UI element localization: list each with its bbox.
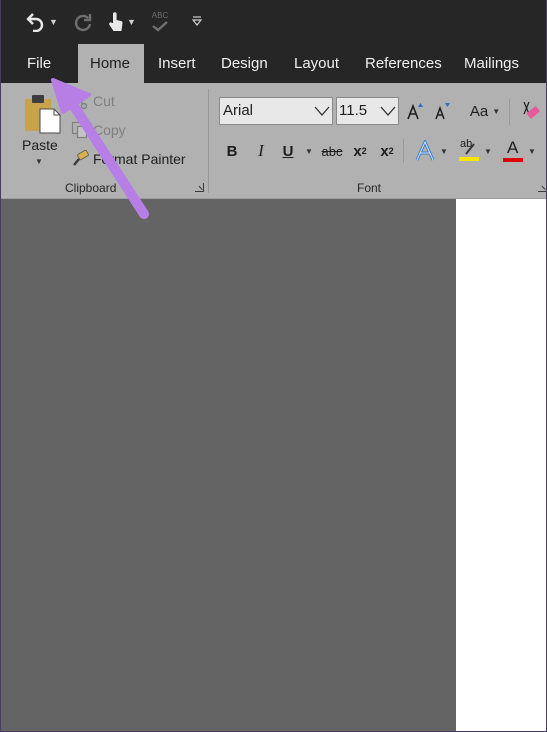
chevron-down-icon[interactable]: ▼ [492,107,500,116]
change-case-label: Aa [469,102,489,120]
undo-button[interactable]: ▼ [25,10,58,34]
font-color-swatch [503,158,524,162]
underline-button[interactable]: U [278,139,298,163]
group-divider [403,139,404,163]
shrink-font-icon [435,103,450,120]
scissors-icon [72,93,88,110]
chevron-down-icon: ▼ [484,146,492,156]
clipboard-dialog-launcher[interactable] [195,183,204,192]
subscript-button[interactable]: x2 [350,139,370,163]
font-name-value: Arial [223,102,254,119]
underline-dropdown[interactable]: ▼ [302,139,316,163]
grow-font-icon [407,103,423,120]
redo-icon [74,14,92,32]
paste-icon [25,95,61,134]
chevron-down-icon[interactable] [380,104,396,118]
tab-home[interactable]: Home [78,44,144,83]
paintbrush-icon [73,150,89,166]
chevron-down-icon[interactable] [314,104,330,118]
ribbon-home: Paste ▼ Cut Copy Format Painter Clipboar… [1,83,546,199]
spelling-button[interactable]: ABC [149,10,171,34]
chevron-down-icon: ▼ [440,146,448,156]
customize-qat-icon [191,16,203,26]
group-divider [208,89,209,193]
change-case-button[interactable]: Aa ▼ [467,99,503,123]
redo-button[interactable] [73,10,93,34]
clear-formatting-button[interactable] [517,99,541,123]
spelling-check-icon: ABC [151,11,169,20]
chevron-down-icon: ▼ [305,146,313,156]
font-size-combobox[interactable]: 11.5 [336,97,399,125]
touch-mode-icon [109,12,123,31]
ribbon-tabs: File Home Insert Design Layout Reference… [1,44,546,83]
clipboard-group-label: Clipboard [65,181,117,195]
strikethrough-button[interactable]: abc [319,139,345,163]
text-effects-button[interactable]: ▼ [411,139,451,163]
font-size-value: 11.5 [339,102,368,119]
quick-access-toolbar: ▼ ▼ ABC [1,0,546,44]
copy-icon [71,121,88,139]
pen-icon [459,143,480,161]
text-effects-icon [415,140,435,161]
highlight-button[interactable]: ab ▼ [455,138,495,163]
bold-button[interactable]: B [221,139,243,163]
format-painter-label: Format Painter [93,151,186,167]
subscript-index: 2 [361,146,367,156]
shrink-font-button[interactable] [432,99,452,123]
chevron-down-icon: ▼ [528,146,536,156]
tab-insert[interactable]: Insert [146,44,208,83]
tab-file[interactable]: File [15,44,63,83]
tab-layout[interactable]: Layout [282,44,351,83]
chevron-down-icon[interactable]: ▼ [49,17,58,27]
chevron-down-icon[interactable]: ▼ [35,157,43,166]
cut-label: Cut [93,93,115,109]
superscript-index: 2 [388,146,394,156]
copy-button[interactable]: Copy [71,119,126,141]
font-dialog-launcher[interactable] [538,183,546,192]
grow-font-button[interactable] [405,99,425,123]
word-window: ▼ ▼ ABC File Home Insert Design Layout R… [0,0,547,732]
cut-button[interactable]: Cut [71,90,115,112]
superscript-base: x [380,142,389,160]
copy-label: Copy [93,122,126,138]
subscript-base: x [353,142,362,160]
highlighter-icon: ab [458,138,480,162]
format-painter-button[interactable]: Format Painter [71,148,186,170]
tab-design[interactable]: Design [209,44,280,83]
checkmark-icon [152,21,168,32]
group-divider [509,99,510,125]
document-page[interactable] [456,199,546,731]
tab-references[interactable]: References [353,44,454,83]
tab-mailings[interactable]: Mailings [452,44,531,83]
italic-button[interactable]: I [250,139,272,163]
font-group-label: Font [357,181,382,195]
undo-icon [26,13,44,32]
font-color-button[interactable]: A ▼ [499,138,539,163]
superscript-button[interactable]: x2 [377,139,397,163]
font-name-combobox[interactable]: Arial [219,97,333,125]
font-color-letter: A [507,138,519,157]
touch-mode-button[interactable]: ▼ [107,10,136,34]
chevron-down-icon[interactable]: ▼ [127,17,136,27]
font-color-icon: A [502,138,524,162]
eraser-icon [523,101,540,119]
customize-qat-button[interactable] [191,10,203,34]
paste-label: Paste [22,137,58,153]
